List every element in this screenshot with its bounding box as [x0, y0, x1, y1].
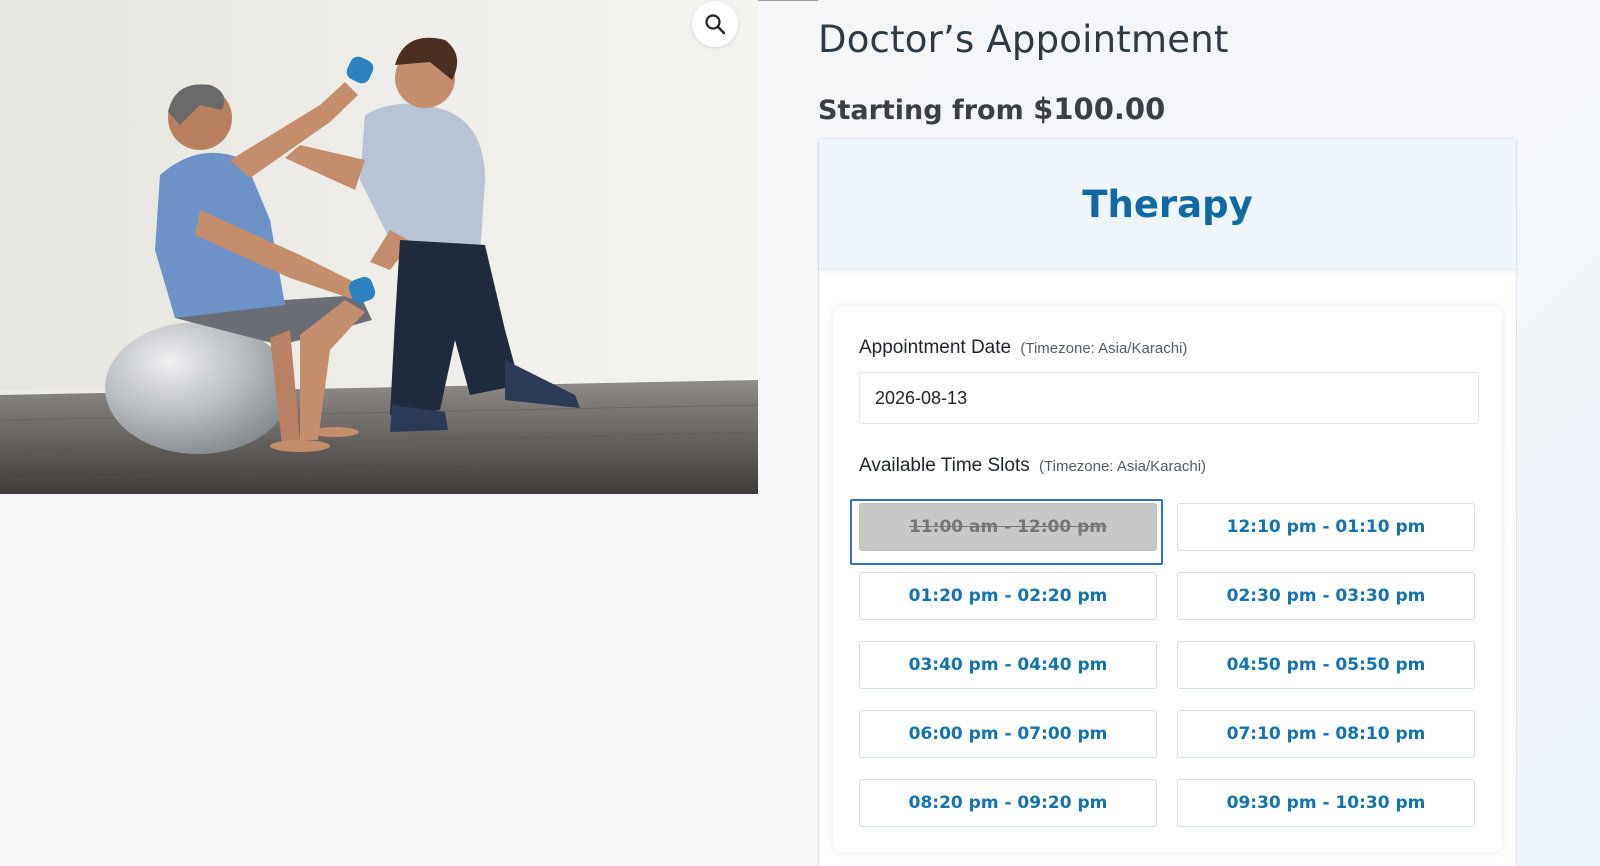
service-name: Therapy [1082, 182, 1253, 226]
time-slot-button[interactable]: 02:30 pm - 03:30 pm [1177, 572, 1475, 620]
time-slot-button[interactable]: 09:30 pm - 10:30 pm [1177, 779, 1475, 827]
zoom-button[interactable] [692, 1, 738, 47]
product-image[interactable] [0, 0, 758, 494]
booking-card: Therapy Appointment Date (Timezone: Asia… [818, 138, 1517, 866]
slots-timezone: (Timezone: Asia/Karachi) [1039, 458, 1207, 475]
therapy-photo [0, 0, 758, 494]
slots-label-text: Available Time Slots [859, 455, 1030, 476]
time-slot-button[interactable]: 11:00 am - 12:00 pm [859, 503, 1157, 551]
appointment-date-input[interactable]: 2026-08-13 [859, 372, 1479, 424]
price-amount: $100.00 [1033, 92, 1166, 126]
date-value: 2026-08-13 [875, 387, 968, 408]
time-slot-button[interactable]: 08:20 pm - 09:20 pm [859, 779, 1157, 827]
date-label: Appointment Date (Timezone: Asia/Karachi… [859, 337, 1187, 359]
time-slot-button[interactable]: 01:20 pm - 02:20 pm [859, 572, 1157, 620]
slots-label: Available Time Slots (Timezone: Asia/Kar… [859, 455, 1206, 477]
product-title: Doctor’s Appointment [818, 18, 1229, 61]
time-slot-button[interactable]: 03:40 pm - 04:40 pm [859, 641, 1157, 689]
price-line: Starting from $100.00 [818, 92, 1165, 126]
booking-form: Appointment Date (Timezone: Asia/Karachi… [833, 306, 1502, 852]
time-slot-button[interactable]: 04:50 pm - 05:50 pm [1177, 641, 1475, 689]
time-slot-button[interactable]: 06:00 pm - 07:00 pm [859, 710, 1157, 758]
date-timezone: (Timezone: Asia/Karachi) [1020, 340, 1188, 357]
service-header: Therapy [819, 139, 1516, 270]
time-slot-button[interactable]: 07:10 pm - 08:10 pm [1177, 710, 1475, 758]
date-label-text: Appointment Date [859, 337, 1012, 358]
search-icon [705, 14, 726, 35]
price-prefix: Starting from [818, 95, 1024, 126]
time-slot-button[interactable]: 12:10 pm - 01:10 pm [1177, 503, 1475, 551]
